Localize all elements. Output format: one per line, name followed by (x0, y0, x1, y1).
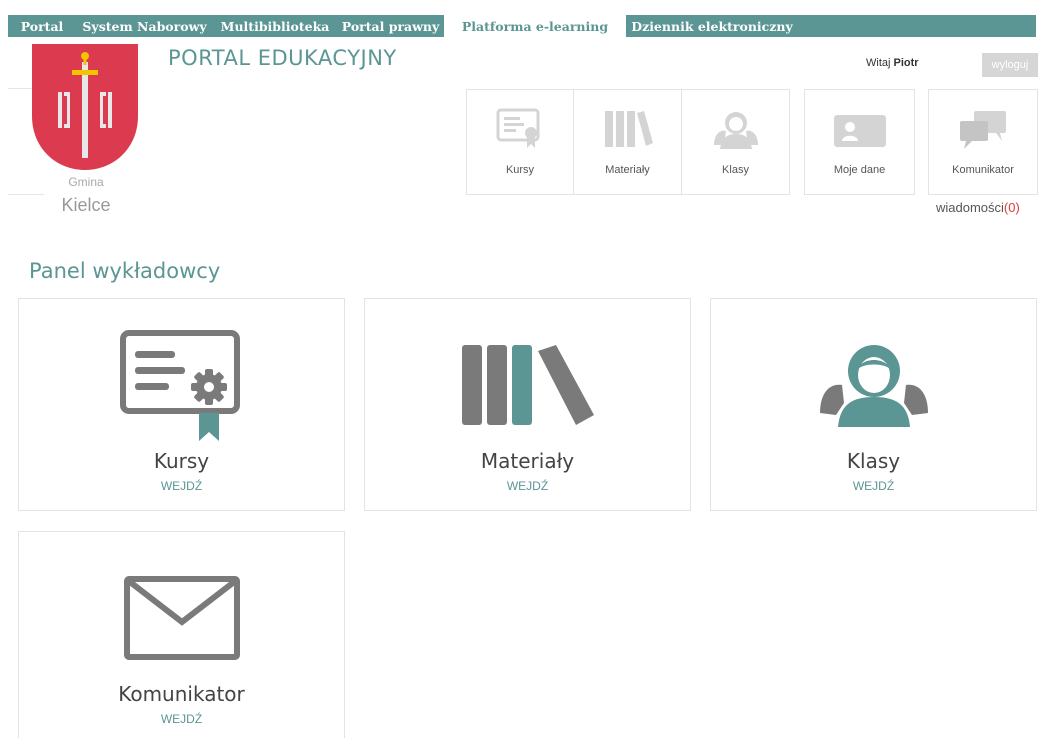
shortcut-label: Klasy (722, 164, 749, 176)
logo-label-gmina: Gmina (68, 175, 104, 189)
logo-label-city: Kielce (61, 195, 111, 215)
enter-link[interactable]: WEJDŹ (365, 479, 690, 493)
tile-label: Materiały (480, 449, 575, 473)
welcome-text: Witaj Piotr (866, 57, 919, 69)
tile-label: Kursy (153, 449, 210, 473)
id-card-icon (833, 108, 886, 150)
people-icon (710, 108, 762, 150)
tile-komunikator[interactable]: Komunikator WEJDŹ (18, 531, 345, 738)
enter-link[interactable]: WEJDŹ (19, 712, 344, 726)
shortcut-moje-dane[interactable]: Moje dane (804, 89, 915, 195)
top-navigation: Portal System Naborowy Multibiblioteka P… (8, 15, 1036, 37)
shortcut-klasy[interactable]: Klasy (681, 89, 790, 195)
tab-portal[interactable]: Portal (8, 15, 76, 37)
tab-portal-prawny[interactable]: Portal prawny (337, 15, 444, 37)
shortcut-komunikator[interactable]: Komunikator (928, 89, 1038, 195)
coat-of-arms-logo[interactable] (30, 44, 140, 172)
envelope-icon (112, 560, 252, 675)
tile-label: Klasy (846, 449, 901, 473)
tab-system-naborowy[interactable]: System Naborowy (76, 15, 213, 37)
books-icon (458, 327, 598, 442)
portal-title[interactable]: PORTAL EDUKACYJNY (168, 46, 397, 70)
tile-kursy[interactable]: Kursy WEJDŹ (18, 298, 345, 511)
chat-icon (957, 108, 1009, 150)
messages-label: wiadomości (936, 200, 1004, 215)
shortcut-label: Kursy (505, 164, 535, 176)
messages-count: (0) (1003, 200, 1020, 215)
enter-link[interactable]: WEJDŹ (19, 479, 344, 493)
certificate-icon (494, 108, 546, 150)
panel-title: Panel wykładowcy (29, 259, 221, 283)
enter-link[interactable]: WEJDŹ (711, 479, 1036, 493)
tile-klasy[interactable]: Klasy WEJDŹ (710, 298, 1037, 511)
shortcut-label: Moje dane (833, 164, 886, 176)
logout-button[interactable]: wyloguj (982, 53, 1038, 77)
tab-multibiblioteka[interactable]: Multibiblioteka (213, 15, 337, 37)
logo-divider (8, 194, 44, 195)
shortcut-kursy[interactable]: Kursy (466, 89, 574, 195)
welcome-prefix: Witaj (866, 57, 891, 69)
tab-dziennik-elektroniczny[interactable]: Dziennik elektroniczny (626, 15, 798, 37)
tile-materialy[interactable]: Materiały WEJDŹ (364, 298, 691, 511)
messages-link[interactable]: wiadomości(0) (936, 200, 1020, 215)
tile-label: Komunikator (118, 682, 245, 706)
shortcut-label: Komunikator (952, 164, 1014, 176)
tab-platforma-e-learning[interactable]: Platforma e-learning (444, 15, 626, 37)
user-name: Piotr (893, 57, 919, 69)
certificate-icon (112, 327, 252, 442)
shortcut-materialy[interactable]: Materiały (573, 89, 682, 195)
people-icon (804, 327, 944, 442)
shortcut-label: Materiały (605, 164, 650, 176)
books-icon (602, 108, 654, 150)
